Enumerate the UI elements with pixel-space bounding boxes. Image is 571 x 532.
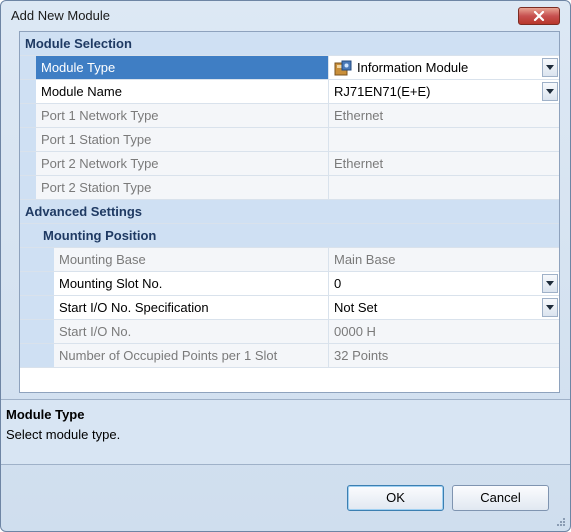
add-new-module-dialog: Add New Module Module Selection Module T…	[0, 0, 571, 532]
category-advanced-settings[interactable]: Advanced Settings	[20, 200, 559, 224]
property-row-module-name[interactable]: Module Name RJ71EN71(E+E)	[20, 80, 559, 104]
property-row-start-io-spec[interactable]: Start I/O No. Specification Not Set	[20, 296, 559, 320]
dropdown-button[interactable]	[542, 82, 558, 101]
chevron-down-icon	[546, 305, 554, 310]
property-name-cell: Mounting Slot No.	[54, 272, 329, 295]
property-name-cell: Start I/O No.	[54, 320, 329, 343]
property-row-occupied-points: Number of Occupied Points per 1 Slot 32 …	[20, 344, 559, 368]
property-value-cell[interactable]: 0	[329, 272, 559, 295]
property-value-cell[interactable]: Not Set	[329, 296, 559, 319]
property-name: Module Type	[41, 60, 116, 75]
description-panel: Module Type Select module type.	[1, 399, 570, 465]
property-value: Main Base	[334, 252, 396, 267]
property-value: Ethernet	[334, 108, 384, 123]
property-value-cell: Ethernet	[329, 152, 559, 175]
description-text: Select module type.	[6, 427, 121, 442]
property-row-mounting-slot[interactable]: Mounting Slot No. 0	[20, 272, 559, 296]
close-icon	[533, 11, 545, 21]
resize-grip-icon[interactable]	[556, 517, 566, 527]
property-name-cell: Number of Occupied Points per 1 Slot	[54, 344, 329, 367]
property-name: Port 2 Station Type	[41, 180, 152, 195]
dropdown-button[interactable]	[542, 298, 558, 317]
property-name: Port 1 Station Type	[41, 132, 152, 147]
property-value: 0	[334, 276, 342, 291]
property-name: Port 1 Network Type	[41, 108, 159, 123]
category-module-selection[interactable]: Module Selection	[20, 32, 559, 56]
chevron-down-icon	[546, 281, 554, 286]
property-row-port1-station: Port 1 Station Type	[20, 128, 559, 152]
property-row-port2-network: Port 2 Network Type Ethernet	[20, 152, 559, 176]
property-value-cell: 0000 H	[329, 320, 559, 343]
property-name-cell: Port 2 Station Type	[36, 176, 329, 199]
chevron-down-icon	[546, 89, 554, 94]
close-button[interactable]	[518, 7, 560, 25]
property-row-start-io: Start I/O No. 0000 H	[20, 320, 559, 344]
property-value: RJ71EN71(E+E)	[334, 84, 431, 99]
property-name: Mounting Base	[59, 252, 146, 267]
property-name: Number of Occupied Points per 1 Slot	[59, 348, 278, 363]
dropdown-button[interactable]	[542, 274, 558, 293]
dialog-title: Add New Module	[11, 8, 110, 23]
property-value: Not Set	[334, 300, 378, 315]
category-mounting-position[interactable]: Mounting Position	[20, 224, 559, 248]
property-name-cell: Module Name	[36, 80, 329, 103]
property-row-mounting-base: Mounting Base Main Base	[20, 248, 559, 272]
dropdown-button[interactable]	[542, 58, 558, 77]
property-value: Ethernet	[334, 156, 384, 171]
property-row-module-type[interactable]: Module Type Information Module	[20, 56, 559, 80]
property-name: Port 2 Network Type	[41, 156, 159, 171]
property-row-port2-station: Port 2 Station Type	[20, 176, 559, 200]
category-label: Advanced Settings	[25, 204, 143, 219]
description-title: Module Type	[6, 407, 85, 422]
property-value-cell: 32 Points	[329, 344, 559, 367]
property-name-cell: Port 1 Network Type	[36, 104, 329, 127]
property-value-cell[interactable]: Information Module	[329, 56, 559, 79]
module-icon	[334, 60, 352, 76]
property-name: Mounting Slot No.	[59, 276, 163, 291]
property-row-port1-network: Port 1 Network Type Ethernet	[20, 104, 559, 128]
property-value: 0000 H	[334, 324, 376, 339]
property-name-cell: Port 1 Station Type	[36, 128, 329, 151]
property-value-cell: Main Base	[329, 248, 559, 271]
property-value: Information Module	[357, 60, 469, 75]
property-value-cell: Ethernet	[329, 104, 559, 127]
property-name: Start I/O No.	[59, 324, 132, 339]
property-name-cell: Port 2 Network Type	[36, 152, 329, 175]
property-name: Start I/O No. Specification	[59, 300, 209, 315]
category-label: Mounting Position	[43, 228, 157, 243]
property-name-cell: Mounting Base	[54, 248, 329, 271]
property-name-cell: Module Type	[36, 56, 329, 79]
property-name-cell: Start I/O No. Specification	[54, 296, 329, 319]
property-value: 32 Points	[334, 348, 389, 363]
property-grid: Module Selection Module Type Information…	[19, 31, 560, 393]
property-name: Module Name	[41, 84, 122, 99]
property-value-cell	[329, 128, 559, 151]
title-bar: Add New Module	[1, 1, 570, 31]
category-label: Module Selection	[25, 36, 132, 51]
property-value-cell	[329, 176, 559, 199]
property-value-cell[interactable]: RJ71EN71(E+E)	[329, 80, 559, 103]
cancel-button[interactable]: Cancel	[452, 485, 549, 511]
chevron-down-icon	[546, 65, 554, 70]
ok-button[interactable]: OK	[347, 485, 444, 511]
